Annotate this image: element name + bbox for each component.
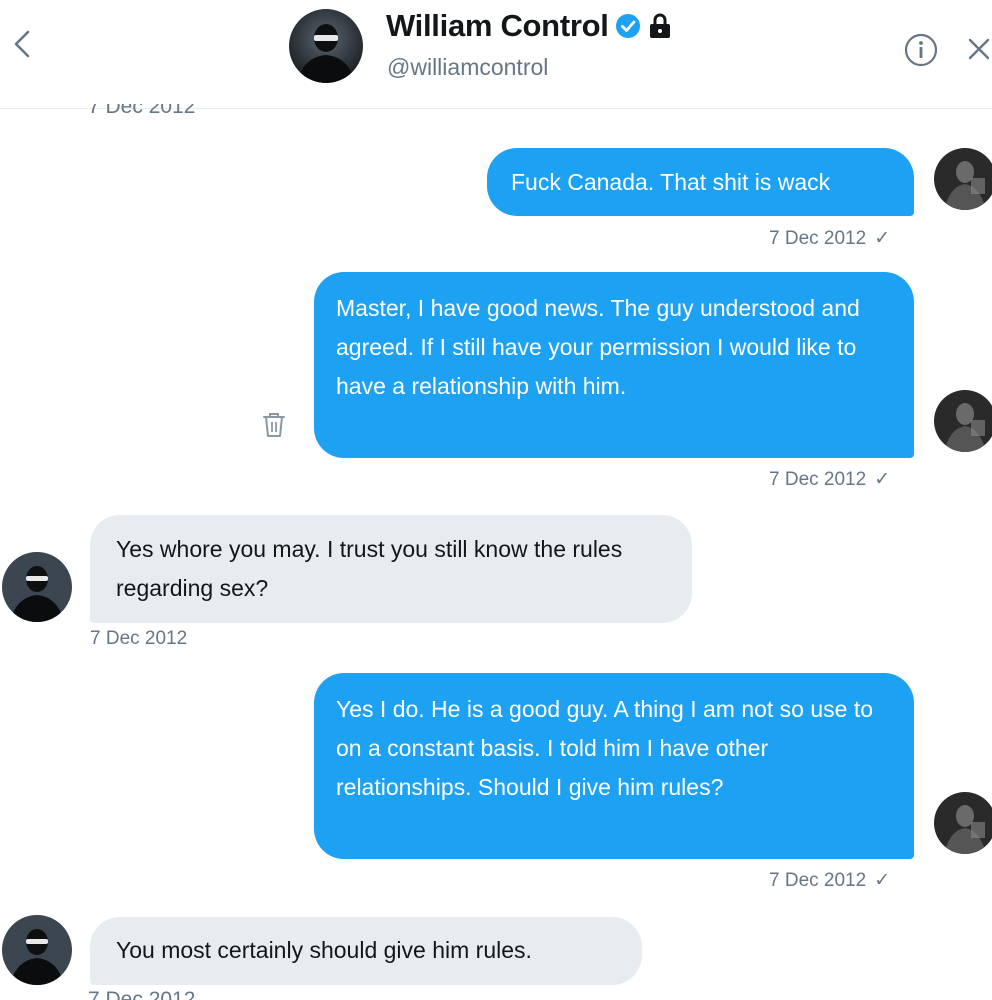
my-avatar[interactable]	[934, 148, 992, 210]
message-text: Fuck Canada. That shit is wack	[511, 169, 831, 195]
trash-icon[interactable]	[261, 411, 287, 439]
read-check-icon: ✓	[874, 228, 891, 249]
chevron-left-icon	[14, 30, 30, 58]
my-avatar[interactable]	[934, 390, 992, 452]
close-icon[interactable]	[962, 32, 992, 66]
message-bubble-sent[interactable]: Master, I have good news. The guy unders…	[314, 272, 914, 458]
message-text: Yes I do. He is a good guy. A thing I am…	[336, 696, 874, 800]
message-timestamp: 7 Dec 2012	[88, 988, 196, 1000]
info-icon[interactable]	[903, 32, 939, 68]
message-text: You most certainly should give him rules…	[116, 937, 532, 963]
back-button[interactable]	[4, 22, 40, 66]
read-check-icon: ✓	[874, 870, 891, 891]
read-check-icon: ✓	[874, 469, 891, 490]
message-bubble-sent[interactable]: Fuck Canada. That shit is wack	[487, 148, 914, 216]
lock-icon	[649, 13, 670, 38]
message-text: Master, I have good news. The guy unders…	[336, 295, 860, 399]
message-timestamp: 7 Dec 2012 ✓	[769, 469, 891, 490]
message-bubble-received[interactable]: You most certainly should give him rules…	[90, 917, 642, 985]
message-bubble-sent[interactable]: Yes I do. He is a good guy. A thing I am…	[314, 673, 914, 859]
conversation-header: William Control @williamcontrol	[0, 0, 992, 109]
clipped-timestamp-top: 7 Dec 2012	[88, 104, 196, 118]
message-timestamp: 7 Dec 2012	[90, 628, 188, 649]
verified-badge-icon	[615, 14, 640, 38]
message-timestamp: 7 Dec 2012 ✓	[769, 228, 891, 249]
message-timestamp: 7 Dec 2012 ✓	[769, 870, 891, 891]
contact-handle: @williamcontrol	[387, 54, 549, 80]
contact-avatar[interactable]	[289, 9, 363, 83]
contact-message-avatar[interactable]	[2, 552, 72, 622]
message-text: Yes whore you may. I trust you still kno…	[116, 536, 623, 601]
contact-name: William Control	[386, 8, 609, 43]
message-bubble-received[interactable]: Yes whore you may. I trust you still kno…	[90, 515, 692, 623]
my-avatar[interactable]	[934, 792, 992, 854]
contact-message-avatar[interactable]	[2, 915, 72, 985]
